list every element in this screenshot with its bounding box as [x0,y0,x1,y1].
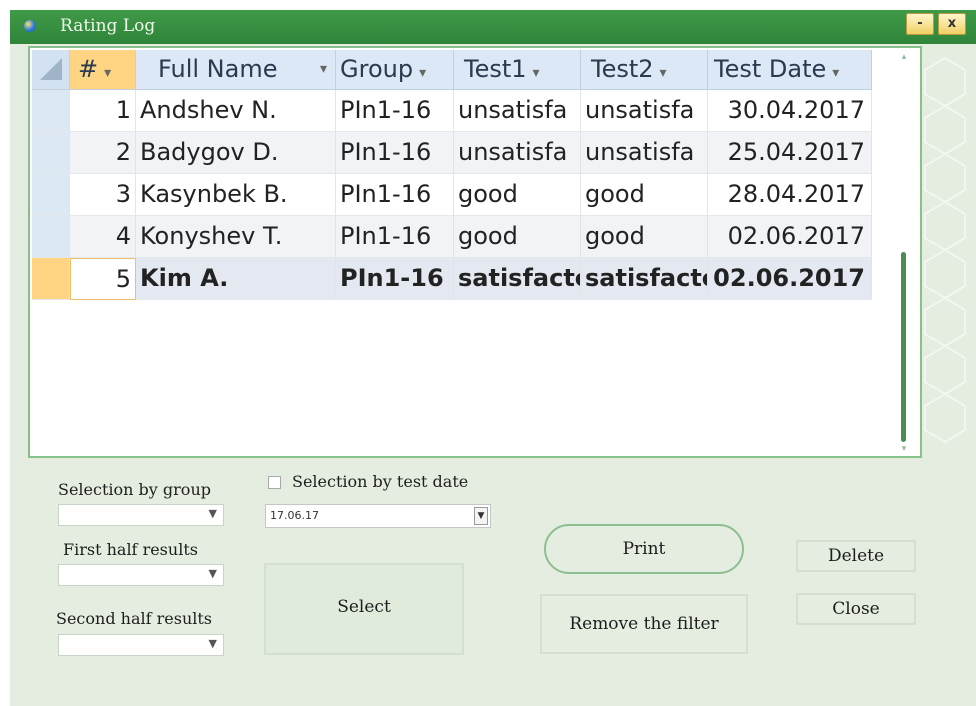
dropdown-arrow-icon[interactable]: ▾ [533,65,540,81]
group-filter-label: Selection by group [58,480,211,499]
rating-log-window: Rating Log - x # ▾ Full Name ▾ Group ▾ T… [10,10,976,706]
scroll-up-arrow-icon[interactable]: ▴ [899,52,909,62]
close-window-button[interactable]: x [938,13,966,35]
table-row-current[interactable]: 5 Kim A. PIn1-16 satisfactc satisfactc 0… [32,258,872,300]
second-half-label: Second half results [56,609,213,628]
cell-test1[interactable]: good [454,216,581,258]
cell-full-name[interactable]: Andshev N. [136,90,336,132]
cell-full-name[interactable]: Kasynbek B. [136,174,336,216]
minimize-button[interactable]: - [906,13,934,35]
cell-test2[interactable]: good [581,174,708,216]
second-half-combobox[interactable]: ▼ [58,634,224,656]
column-header-group[interactable]: Group ▾ [336,50,454,90]
cell-group[interactable]: PIn1-16 [336,132,454,174]
cell-full-name[interactable]: Badygov D. [136,132,336,174]
delete-button[interactable]: Delete [796,540,916,572]
dropdown-arrow-icon[interactable]: ▾ [320,50,327,88]
first-half-label: First half results [63,540,198,559]
dropdown-arrow-icon[interactable]: ▾ [419,65,426,81]
cell-test1[interactable]: good [454,174,581,216]
remove-filter-button[interactable]: Remove the filter [540,594,748,654]
cell-test-date[interactable]: 25.04.2017 [708,132,872,174]
records-datagrid[interactable]: # ▾ Full Name ▾ Group ▾ Test1 ▾ Test2 ▾ Test … [28,46,922,458]
dropdown-arrow-icon[interactable]: ▾ [832,65,839,81]
first-half-combobox[interactable]: ▼ [58,564,224,586]
dropdown-arrow-icon[interactable]: ▾ [660,65,667,81]
cell-test2[interactable]: unsatisfa [581,90,708,132]
cell-number[interactable]: 2 [70,132,136,174]
vertical-scrollbar[interactable]: ▴ ▾ [896,52,912,454]
close-button[interactable]: Close [796,593,916,625]
app-icon [24,20,36,32]
row-selector[interactable] [32,216,70,258]
dropdown-arrow-icon[interactable]: ▼ [209,567,217,580]
cell-test2[interactable]: good [581,216,708,258]
column-header-test1[interactable]: Test1 ▾ [454,50,581,90]
cell-test-date[interactable]: 28.04.2017 [708,174,872,216]
table-row[interactable]: 1 Andshev N. PIn1-16 unsatisfa unsatisfa… [32,90,872,132]
dropdown-arrow-icon[interactable]: ▾ [104,65,111,81]
cell-number[interactable]: 4 [70,216,136,258]
table-row[interactable]: 2 Badygov D. PIn1-16 unsatisfa unsatisfa… [32,132,872,174]
row-selector-current[interactable] [32,258,70,300]
window-title: Rating Log [60,16,156,36]
row-selector[interactable] [32,90,70,132]
table-row[interactable]: 4 Konyshev T. PIn1-16 good good 02.06.20… [32,216,872,258]
cell-number[interactable]: 1 [70,90,136,132]
column-header-full-name[interactable]: Full Name ▾ [136,50,336,90]
cell-test-date[interactable]: 02.06.2017 [708,216,872,258]
grid-header-row: # ▾ Full Name ▾ Group ▾ Test1 ▾ Test2 ▾ Test … [32,50,872,90]
title-bar[interactable]: Rating Log - x [10,10,976,44]
cell-test1[interactable]: satisfactc [454,258,581,300]
select-all-cell[interactable] [32,50,70,90]
test-date-checkbox[interactable] [268,476,281,489]
cell-number-editing[interactable]: 5 [70,258,136,300]
cell-group[interactable]: PIn1-16 [336,90,454,132]
row-selector[interactable] [32,174,70,216]
dropdown-arrow-icon[interactable]: ▼ [474,507,488,525]
cell-group[interactable]: PIn1-16 [336,216,454,258]
dropdown-arrow-icon[interactable]: ▼ [209,637,217,650]
column-header-number[interactable]: # ▾ [70,50,136,90]
group-filter-combobox[interactable]: ▼ [58,504,224,526]
cell-number[interactable]: 3 [70,174,136,216]
test-date-value: 17.06.17 [270,509,319,522]
scrollbar-thumb[interactable] [901,252,906,442]
cell-test1[interactable]: unsatisfa [454,132,581,174]
scroll-down-arrow-icon[interactable]: ▾ [899,444,909,454]
hexagon-pattern-background [924,56,966,444]
test-date-filter-label: Selection by test date [292,472,469,491]
select-all-triangle-icon [40,58,62,80]
column-header-test2[interactable]: Test2 ▾ [581,50,708,90]
cell-group[interactable]: PIn1-16 [336,174,454,216]
row-selector[interactable] [32,132,70,174]
dropdown-arrow-icon[interactable]: ▼ [209,507,217,520]
cell-full-name[interactable]: Kim A. [136,258,336,300]
cell-test-date[interactable]: 02.06.2017 [708,258,872,300]
cell-test1[interactable]: unsatisfa [454,90,581,132]
table-row[interactable]: 3 Kasynbek B. PIn1-16 good good 28.04.20… [32,174,872,216]
cell-test2[interactable]: satisfactc [581,258,708,300]
cell-full-name[interactable]: Konyshev T. [136,216,336,258]
cell-test-date[interactable]: 30.04.2017 [708,90,872,132]
print-button[interactable]: Print [544,524,744,574]
column-header-test-date[interactable]: Test Date ▾ [708,50,872,90]
cell-test2[interactable]: unsatisfa [581,132,708,174]
test-date-picker[interactable]: 17.06.17 ▼ [265,504,491,528]
select-button[interactable]: Select [264,563,464,655]
cell-group[interactable]: PIn1-16 [336,258,454,300]
